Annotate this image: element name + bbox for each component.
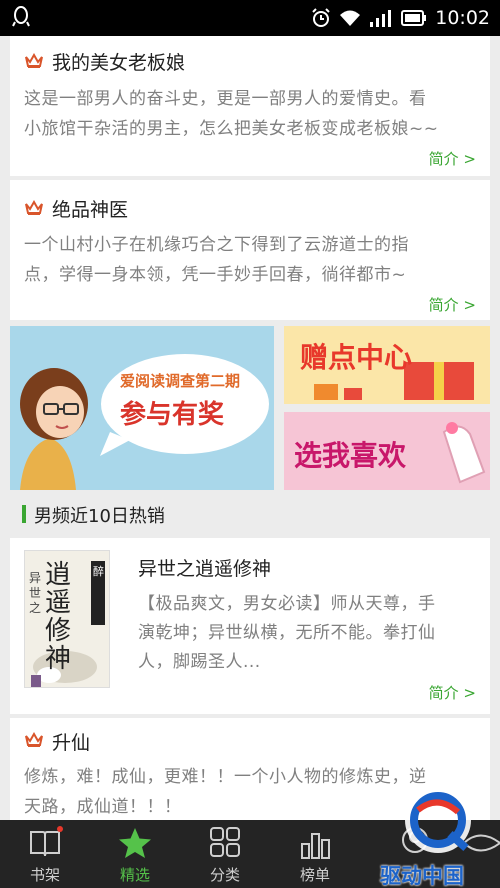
section-title: 男频近10日热销	[34, 506, 165, 527]
book-icon	[30, 826, 63, 857]
book-card[interactable]: 我的美女老板娘 这是一部男人的奋斗史，更是一部男人的爱情史。看 小旅馆干杂活的男…	[10, 36, 490, 176]
watermark-logo-icon	[405, 787, 471, 853]
intro-link[interactable]: 简介 >	[429, 682, 476, 703]
cover-author-text: 醉	[93, 565, 104, 578]
survey-banner-line1: 爱阅读调查第二期	[120, 372, 241, 390]
book-cover[interactable]: 异世之 逍遥修神 醉	[24, 550, 110, 688]
cartoon-girl-icon	[20, 368, 88, 490]
tab-label: 榜单	[299, 866, 330, 884]
points-center-label: 赠点中心	[300, 341, 413, 374]
tab-bookshelf[interactable]: 书架	[0, 820, 90, 888]
featured-book-card[interactable]: 异世之 逍遥修神 醉 异世之逍遥修神 【极品爽文，男女必读】师从天尊，手 演乾坤…	[10, 538, 490, 714]
alarm-icon	[312, 8, 330, 27]
desc-line: 点，学得一身本领，凭一手妙手回春，徜徉都市~	[24, 265, 407, 285]
book-card[interactable]: 绝品神医 一个山村小子在机缘巧合之下得到了云游道士的指 点，学得一身本领，凭一手…	[10, 180, 490, 320]
book-description: 一个山村小子在机缘巧合之下得到了云游道士的指 点，学得一身本领，凭一手妙手回春，…	[24, 230, 484, 290]
tab-categories[interactable]: 分类	[180, 820, 270, 888]
watermark: 驱动中国	[378, 776, 500, 888]
tab-rankings[interactable]: 榜单	[270, 820, 360, 888]
cover-title-text: 逍遥修神	[45, 560, 72, 674]
book-title[interactable]: 我的美女老板娘	[52, 48, 185, 75]
crown-icon	[25, 53, 43, 68]
desc-line: 这是一部男人的奋斗史，更是一部男人的爱情史。看	[24, 89, 427, 109]
points-center-banner[interactable]: 赠点中心	[284, 326, 490, 404]
book-title[interactable]: 升仙	[52, 728, 90, 755]
tab-label: 精选	[119, 866, 150, 884]
book-title[interactable]: 绝品神医	[52, 195, 128, 222]
survey-banner[interactable]: 爱阅读调查第二期 参与有奖	[10, 326, 274, 490]
wifi-icon	[340, 10, 361, 26]
status-time: 10:02	[435, 7, 490, 29]
section-header: 男频近10日热销	[10, 496, 490, 532]
pick-favorites-label: 选我喜欢	[294, 439, 407, 472]
tab-label: 书架	[29, 866, 60, 884]
section-accent-bar	[22, 505, 26, 523]
qq-icon	[12, 6, 30, 27]
tab-label: 分类	[209, 866, 240, 884]
cover-side-text: 异世之	[29, 571, 42, 615]
battery-icon	[401, 10, 427, 26]
intro-link[interactable]: 简介 >	[429, 148, 476, 169]
tab-featured[interactable]: 精选	[90, 820, 180, 888]
pick-favorites-banner[interactable]: 选我喜欢	[284, 412, 490, 490]
bar-chart-icon	[301, 833, 330, 859]
grid-icon	[210, 827, 240, 857]
promo-banners: 爱阅读调查第二期 参与有奖 赠点中心 选我喜欢	[10, 326, 490, 490]
signal-icon	[370, 10, 392, 27]
book-description: 这是一部男人的奋斗史，更是一部男人的爱情史。看 小旅馆干杂活的男主，怎么把美女老…	[24, 84, 484, 144]
status-bar: 10:02	[0, 0, 500, 36]
watermark-text: 驱动中国	[380, 864, 464, 888]
survey-banner-line2: 参与有奖	[120, 400, 225, 430]
desc-line: 【极品爽文，男女必读】师从天尊，手	[138, 594, 436, 614]
desc-line: 小旅馆干杂活的男主，怎么把美女老板变成老板娘~~	[24, 119, 439, 139]
featured-title[interactable]: 异世之逍遥修神	[138, 554, 271, 581]
star-icon	[119, 828, 151, 858]
crown-icon	[25, 200, 43, 215]
desc-line: 人，脚踢圣人...	[138, 652, 261, 672]
desc-line: 演乾坤；异世纵横，无所不能。拳打仙	[138, 623, 436, 643]
crown-icon	[25, 732, 43, 747]
featured-description: 【极品爽文，男女必读】师从天尊，手 演乾坤；异世纵横，无所不能。拳打仙 人，脚踢…	[138, 590, 484, 677]
intro-link[interactable]: 简介 >	[429, 294, 476, 315]
desc-line: 一个山村小子在机缘巧合之下得到了云游道士的指	[24, 235, 409, 255]
